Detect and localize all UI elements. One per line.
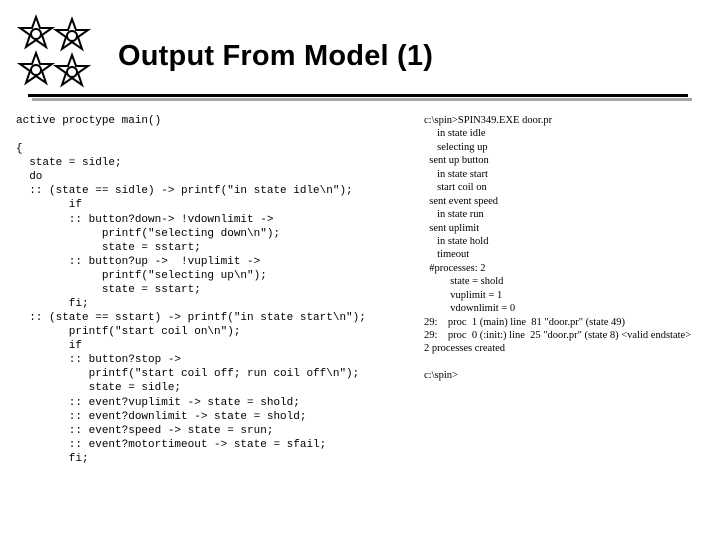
gears-icon <box>12 12 102 100</box>
title-underline <box>20 94 700 104</box>
code-listing: active proctype main() { state = sidle; … <box>16 114 436 466</box>
slide-body: active proctype main() { state = sidle; … <box>20 114 700 524</box>
output-trace: c:\spin>SPIN349.EXE door.pr in state idl… <box>424 114 694 383</box>
slide-header: Output From Model (1) <box>12 12 700 100</box>
slide-title: Output From Model (1) <box>118 40 433 73</box>
slide: Output From Model (1) active proctype ma… <box>0 0 720 540</box>
